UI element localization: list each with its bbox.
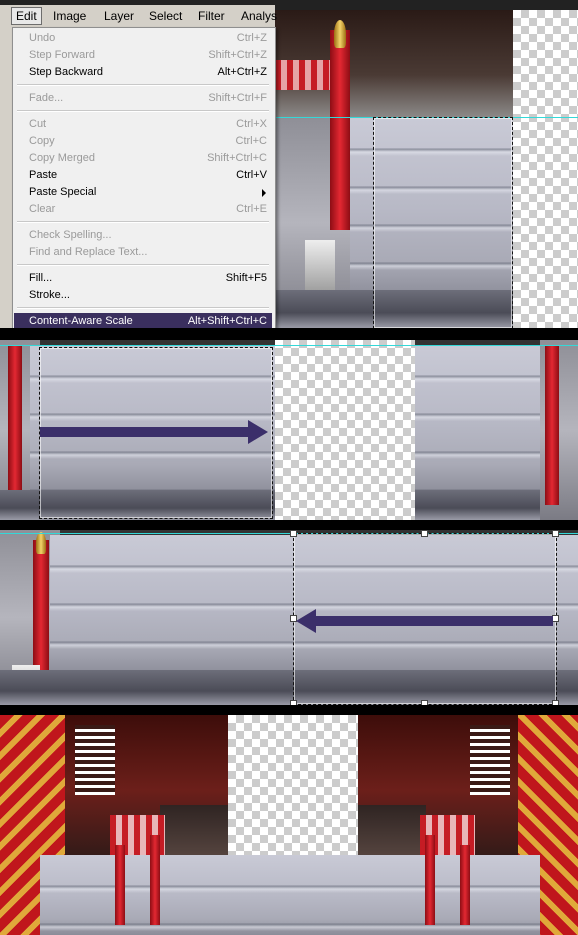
menu-item-stroke[interactable]: Stroke...: [14, 287, 272, 304]
menu-item-shortcut: Shift+Ctrl+F: [208, 92, 267, 104]
transparent-area: [513, 10, 578, 328]
menu-item-label: Fade...: [29, 92, 64, 104]
menu-filter[interactable]: Filter: [194, 8, 229, 24]
menu-item-shortcut: Alt+Shift+Ctrl+C: [187, 315, 267, 327]
menu-separator: [17, 110, 269, 112]
menu-item-shortcut: Ctrl+E: [236, 203, 267, 215]
menu-item-label: Copy: [29, 135, 55, 147]
menu-select[interactable]: Select: [145, 8, 186, 24]
menu-item-label: Fill...: [29, 272, 53, 284]
menu-image[interactable]: Image: [49, 8, 90, 24]
transform-handle[interactable]: [421, 700, 428, 705]
menu-item-cut[interactable]: Cut Ctrl+X: [14, 116, 272, 133]
menu-item-shortcut: Shift+Ctrl+Z: [208, 49, 267, 61]
arrow-left-icon: [315, 616, 553, 626]
menu-item-step-backward[interactable]: Step Backward Alt+Ctrl+Z: [14, 64, 272, 81]
menu-item-label: Stroke...: [29, 289, 70, 301]
transparent-area: [275, 340, 415, 520]
canvas-red-post-right: [545, 345, 559, 505]
menu-item-label: Copy Merged: [29, 152, 96, 164]
transform-handle[interactable]: [552, 530, 559, 537]
menu-item-clear[interactable]: Clear Ctrl+E: [14, 201, 272, 218]
menu-item-undo[interactable]: Undo Ctrl+Z: [14, 30, 272, 47]
transparent-area: [228, 715, 358, 855]
menu-item-label: Clear: [29, 203, 56, 215]
menu-item-step-forward[interactable]: Step Forward Shift+Ctrl+Z: [14, 47, 272, 64]
transform-handle[interactable]: [290, 700, 297, 705]
lattice-window-right: [470, 725, 510, 795]
menu-separator: [17, 84, 269, 86]
menu-item-label: Undo: [29, 32, 56, 44]
menu-item-label: Find and Replace Text...: [29, 246, 148, 258]
menu-analysis[interactable]: Analys: [237, 8, 281, 24]
menu-item-label: Step Backward: [29, 66, 103, 78]
transform-handle[interactable]: [552, 700, 559, 705]
menu-item-label: Step Forward: [29, 49, 96, 61]
submenu-arrow-icon: [262, 189, 266, 197]
canvas-gold-finial: [334, 20, 346, 48]
menu-layer[interactable]: Layer: [100, 8, 138, 24]
menu-item-shortcut: Ctrl+C: [235, 135, 267, 147]
panel-step1-menu: Edit Image Layer Select Filter Analys Un…: [0, 0, 578, 328]
canvas-red-post-left: [8, 345, 22, 505]
stair-post-right: [425, 835, 435, 925]
canvas-gold-finial: [36, 532, 46, 554]
stair-post-left-2: [150, 835, 160, 925]
menu-item-label: Paste Special: [29, 186, 97, 198]
transform-handle[interactable]: [552, 615, 559, 622]
panel-step4-result: [0, 715, 578, 935]
canvas-stairs-right: [415, 345, 540, 495]
menu-item-shortcut: Shift+F5: [225, 272, 267, 284]
transform-handle[interactable]: [290, 530, 297, 537]
menu-item-label: Cut: [29, 118, 47, 130]
menu-item-paste[interactable]: Paste Ctrl+V: [14, 167, 272, 184]
menu-edit[interactable]: Edit: [11, 7, 42, 25]
canvas-red-post: [330, 30, 350, 230]
menu-item-shortcut: Ctrl+V: [236, 169, 267, 181]
menu-item-label: Content-Aware Scale: [29, 315, 133, 327]
menu-item-content-aware-scale[interactable]: Content-Aware Scale Alt+Shift+Ctrl+C: [14, 313, 272, 328]
selection-marquee: [373, 117, 513, 328]
canvas-red-post-left: [33, 540, 49, 680]
menu-item-shortcut: Alt+Ctrl+Z: [217, 66, 267, 78]
arrow-right-head-icon: [248, 420, 268, 444]
guide-line: [0, 345, 578, 346]
canvas-post-base: [305, 240, 335, 295]
menu-separator: [17, 221, 269, 223]
menu-bar: Edit Image Layer Select Filter Analys: [0, 5, 277, 28]
arrow-right-icon: [40, 427, 250, 437]
menu-item-check-spelling[interactable]: Check Spelling...: [14, 227, 272, 244]
menu-item-fade[interactable]: Fade... Shift+Ctrl+F: [14, 90, 272, 107]
menu-separator: [17, 307, 269, 309]
menu-item-copy[interactable]: Copy Ctrl+C: [14, 133, 272, 150]
menu-item-shortcut: Ctrl+X: [236, 118, 267, 130]
menu-separator: [17, 264, 269, 266]
app-window-edge: [0, 27, 12, 328]
stair-post-left: [115, 845, 125, 925]
menu-item-shortcut: Shift+Ctrl+C: [207, 152, 267, 164]
menu-item-label: Paste: [29, 169, 58, 181]
edit-menu-dropdown: Undo Ctrl+Z Step Forward Shift+Ctrl+Z St…: [12, 27, 276, 328]
menu-item-copy-merged[interactable]: Copy Merged Shift+Ctrl+C: [14, 150, 272, 167]
menu-item-fill[interactable]: Fill... Shift+F5: [14, 270, 272, 287]
menu-item-shortcut: Ctrl+Z: [236, 32, 267, 44]
lattice-window-left: [75, 725, 115, 795]
menu-item-label: Check Spelling...: [29, 229, 112, 241]
menu-item-paste-special[interactable]: Paste Special: [14, 184, 272, 201]
transform-handle[interactable]: [421, 530, 428, 537]
panel-step2-scale-right: [0, 340, 578, 520]
panel-step3-scale-left: [0, 530, 578, 705]
arrow-left-head-icon: [296, 609, 316, 633]
stair-post-right-2: [460, 845, 470, 925]
menu-item-find-replace[interactable]: Find and Replace Text...: [14, 244, 272, 261]
